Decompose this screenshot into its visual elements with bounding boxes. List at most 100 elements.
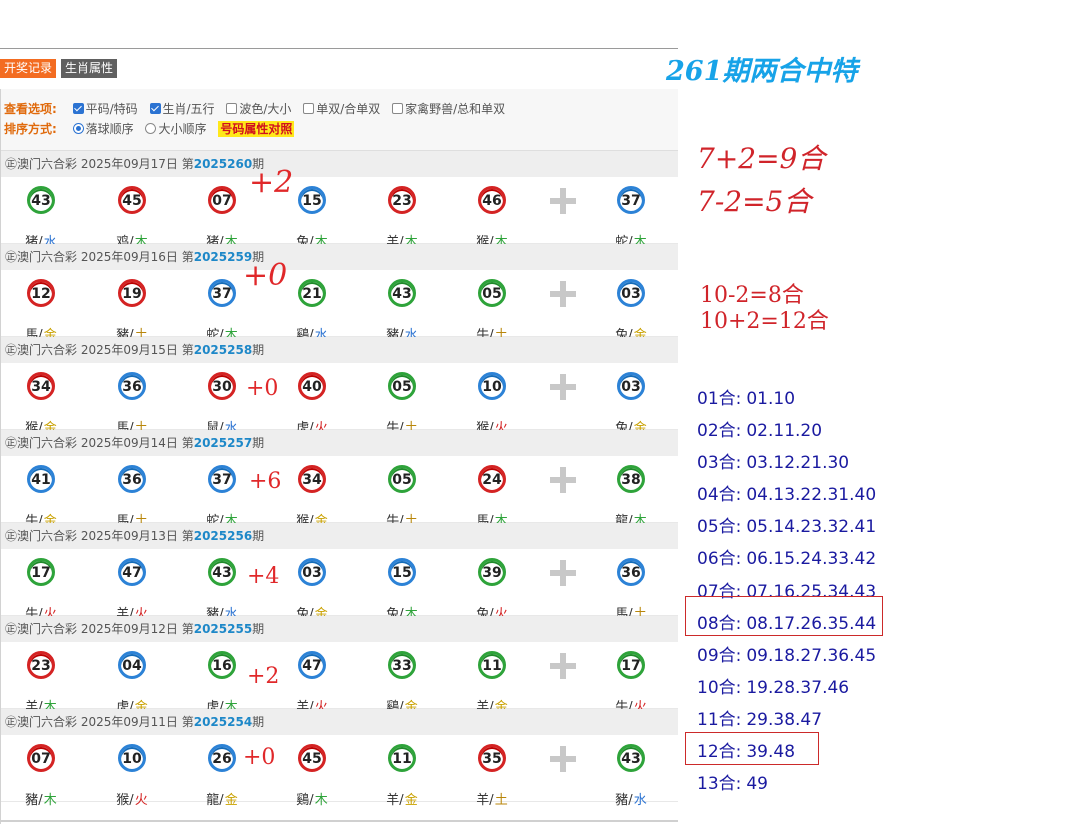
number-ball: 45 <box>118 186 146 214</box>
zodiac-element-label: 猴/火 <box>102 789 162 808</box>
sum-group-row: 10合: 19.28.37.46 <box>697 673 849 698</box>
checkbox-domestic-wild[interactable] <box>392 103 404 114</box>
number-ball: 05 <box>478 279 506 307</box>
sum-group-values: 02.11.20 <box>746 421 823 441</box>
draw-period[interactable]: 2025258 <box>194 343 252 357</box>
number-ball: 15 <box>388 558 416 586</box>
sum-group-values: 29.38.47 <box>746 710 823 730</box>
options-bar: 查看选项: 平码/特码 生肖/五行 波色/大小 单双/合单双 家禽野兽/总和单双… <box>1 89 678 151</box>
attribute-compare-link[interactable]: 号码属性对照 <box>218 121 295 137</box>
checkbox-color-size[interactable] <box>226 103 238 114</box>
element: 金 <box>224 793 238 808</box>
number-ball: 21 <box>298 279 326 307</box>
number-ball: 47 <box>298 651 326 679</box>
number-ball: 36 <box>118 465 146 493</box>
number-ball: 43 <box>388 279 416 307</box>
separator: / <box>129 793 134 808</box>
number-ball: 37 <box>208 465 236 493</box>
sum-group-values: 05.14.23.32.41 <box>746 517 877 537</box>
lottery-records-panel: 开奖记录 生肖属性 查看选项: 平码/特码 生肖/五行 波色/大小 单双/合单双… <box>0 56 678 824</box>
number-ball: 03 <box>298 558 326 586</box>
number-ball: 12 <box>27 279 55 307</box>
draw-header: ㊣澳门六合彩 2025年09月13日 第2025256期 <box>1 523 678 549</box>
sum-group-values: 04.13.22.31.40 <box>746 485 877 505</box>
element: 木 <box>43 793 57 808</box>
draw-list: ㊣澳门六合彩 2025年09月17日 第2025260期 43 猪/水 45 鸡/木 07… <box>1 151 678 808</box>
tab-zodiac-attributes[interactable]: 生肖属性 <box>61 59 118 78</box>
draw-period[interactable]: 2025254 <box>194 715 252 729</box>
separator: / <box>219 793 224 808</box>
element: 土 <box>494 793 508 808</box>
sort-options-row: 排序方式: 落球顺序 大小顺序 号码属性对照 <box>4 120 295 138</box>
number-ball: 47 <box>118 558 146 586</box>
draw-date: ㊣澳门六合彩 2025年09月12日 第 <box>5 622 194 636</box>
draw-record: ㊣澳门六合彩 2025年09月17日 第2025260期 43 猪/水 45 鸡/木 07… <box>1 151 678 250</box>
draw-date: ㊣澳门六合彩 2025年09月15日 第 <box>5 343 194 357</box>
option-label: 落球顺序 <box>85 122 134 136</box>
plus-icon <box>550 281 576 307</box>
number-ball: 33 <box>388 651 416 679</box>
separator: / <box>309 793 314 808</box>
handwritten-note: +6 <box>249 469 282 494</box>
checkbox-zodiac-element[interactable] <box>149 103 161 114</box>
sum-group-row: 13合: 49 <box>697 769 768 794</box>
formula: 7-2=5合 <box>697 185 812 218</box>
radio-size-order[interactable] <box>145 123 157 134</box>
plus-icon <box>550 560 576 586</box>
sum-group-values: 01.10 <box>746 389 796 409</box>
number-ball: 23 <box>27 651 55 679</box>
plus-icon <box>550 653 576 679</box>
element: 火 <box>134 793 148 808</box>
option-label: 大小顺序 <box>158 122 207 136</box>
draw-record: ㊣澳门六合彩 2025年09月12日 第2025255期 23 羊/木 04 虎/金 16… <box>1 616 678 715</box>
number-ball: 39 <box>478 558 506 586</box>
handwritten-note: +0 <box>246 376 279 401</box>
special-number-ball: 36 <box>617 558 645 586</box>
special-number-ball: 43 <box>617 744 645 772</box>
sum-group-key: 09合: <box>697 646 742 666</box>
formula: 10+2=12合 <box>700 309 829 334</box>
draw-period[interactable]: 2025255 <box>194 622 252 636</box>
number-ball: 17 <box>27 558 55 586</box>
draw-header: ㊣澳门六合彩 2025年09月11日 第2025254期 <box>1 709 678 735</box>
special-number-ball: 38 <box>617 465 645 493</box>
sum-group-row: 05合: 05.14.23.32.41 <box>697 512 876 537</box>
option-label: 家禽野兽/总和单双 <box>405 102 506 116</box>
draw-date: ㊣澳门六合彩 2025年09月11日 第 <box>5 715 194 729</box>
handwritten-note: +2 <box>249 165 294 200</box>
radio-draw-order[interactable] <box>72 123 84 134</box>
checkbox-odd-even[interactable] <box>303 103 315 114</box>
number-ball: 04 <box>118 651 146 679</box>
checkbox-flat-special[interactable] <box>72 103 84 114</box>
tab-draw-records[interactable]: 开奖记录 <box>0 59 57 78</box>
number-ball: 45 <box>298 744 326 772</box>
sum-group-values: 49 <box>746 774 768 794</box>
plus-icon <box>550 746 576 772</box>
separator: / <box>399 793 404 808</box>
zodiac: 龍 <box>206 793 220 808</box>
number-ball: 10 <box>118 744 146 772</box>
number-ball: 11 <box>388 744 416 772</box>
sum-group-values: 19.28.37.46 <box>746 678 850 698</box>
special-number-ball: 03 <box>617 372 645 400</box>
draw-period[interactable]: 2025260 <box>194 157 252 171</box>
draw-period[interactable]: 2025256 <box>194 529 252 543</box>
view-options-row: 查看选项: 平码/特码 生肖/五行 波色/大小 单双/合单双 家禽野兽/总和单双 <box>4 100 505 118</box>
element: 木 <box>314 793 328 808</box>
zodiac: 猴 <box>116 793 130 808</box>
formula: 7+2=9合 <box>697 142 826 175</box>
option-label: 生肖/五行 <box>162 102 215 116</box>
number-ball: 43 <box>27 186 55 214</box>
zodiac-element-label: 豬/水 <box>601 789 661 808</box>
plus-icon <box>550 467 576 493</box>
draw-record: ㊣澳门六合彩 2025年09月11日 第2025254期 07 豬/木 10 猴/火 26… <box>1 709 678 808</box>
number-ball: 23 <box>388 186 416 214</box>
number-ball: 11 <box>478 651 506 679</box>
element: 水 <box>633 793 647 808</box>
number-ball: 16 <box>208 651 236 679</box>
draw-period[interactable]: 2025257 <box>194 436 252 450</box>
plus-icon <box>550 374 576 400</box>
sum-group-row: 04合: 04.13.22.31.40 <box>697 480 876 505</box>
draw-header: ㊣澳门六合彩 2025年09月16日 第2025259期 <box>1 244 678 270</box>
draw-header: ㊣澳门六合彩 2025年09月12日 第2025255期 <box>1 616 678 642</box>
